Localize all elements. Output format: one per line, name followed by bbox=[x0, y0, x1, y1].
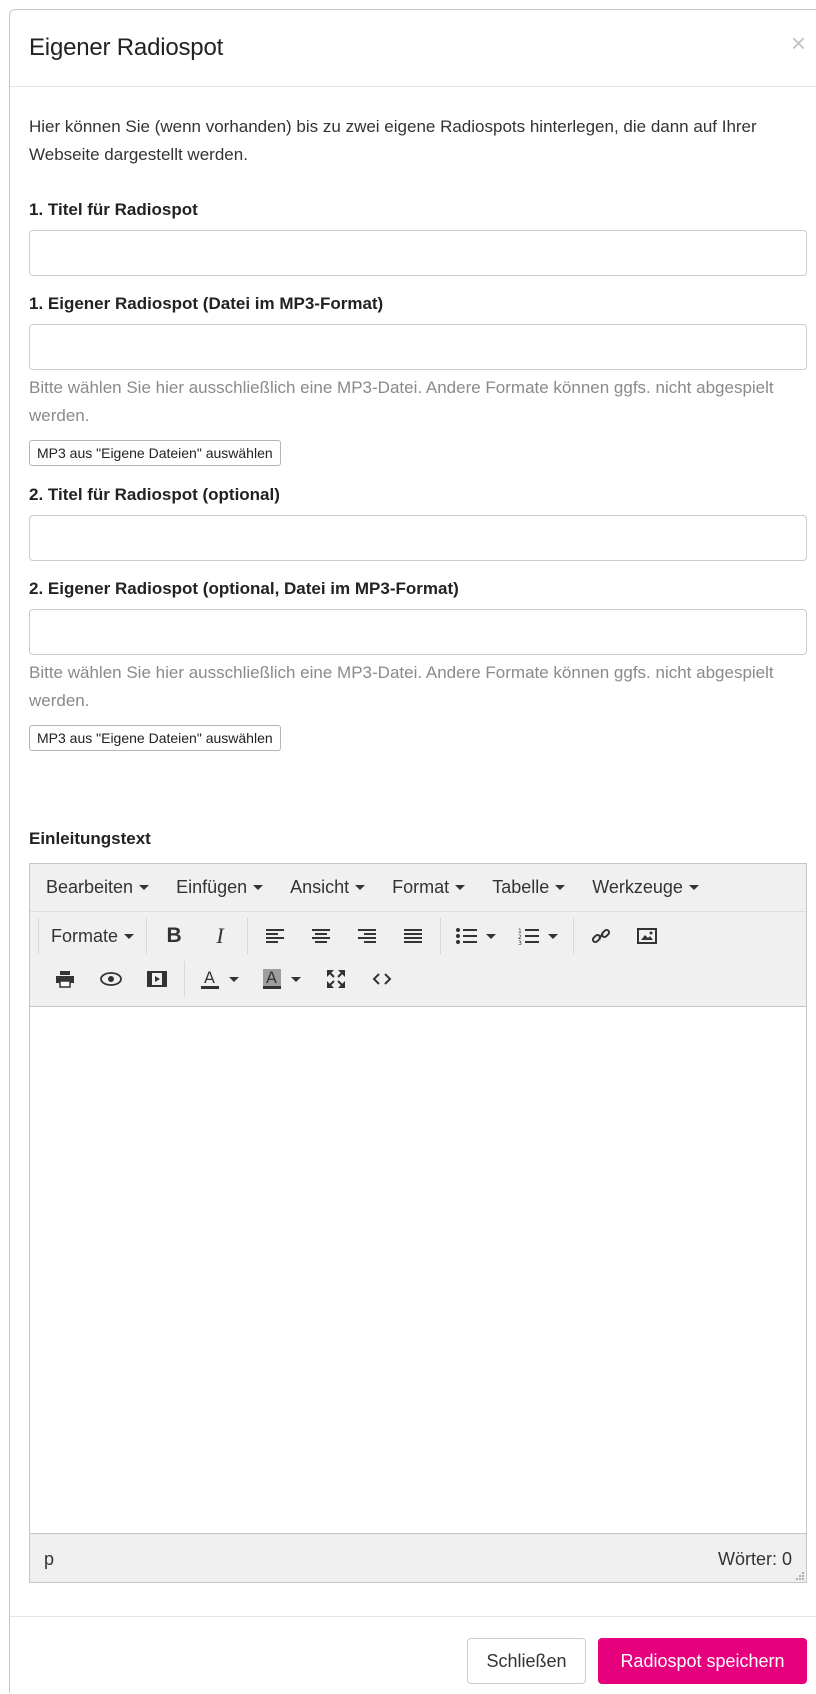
numbered-list-icon[interactable]: 123 bbox=[507, 918, 569, 954]
spot1-choose-button[interactable]: MP3 aus "Eigene Dateien" auswählen bbox=[29, 440, 281, 466]
spot1-input[interactable] bbox=[29, 324, 807, 370]
menu-werkzeuge[interactable]: Werkzeuge bbox=[582, 877, 709, 898]
intro-text-label: Einleitungstext bbox=[29, 829, 151, 848]
title2-input[interactable] bbox=[29, 515, 807, 561]
menu-ansicht[interactable]: Ansicht bbox=[280, 877, 375, 898]
media-icon[interactable] bbox=[134, 961, 180, 997]
spot2-choose-button[interactable]: MP3 aus "Eigene Dateien" auswählen bbox=[29, 725, 281, 751]
italic-icon[interactable]: I bbox=[197, 918, 243, 954]
dialog-title: Eigener Radiospot bbox=[29, 34, 224, 61]
close-icon[interactable]: × bbox=[791, 30, 806, 56]
menu-tabelle[interactable]: Tabelle bbox=[482, 877, 575, 898]
menu-bearbeiten[interactable]: Bearbeiten bbox=[36, 877, 159, 898]
rich-text-editor: Bearbeiten Einfügen Ansicht Format Tabel… bbox=[29, 863, 807, 1583]
fullscreen-icon[interactable] bbox=[313, 961, 359, 997]
caret-down-icon bbox=[139, 885, 150, 890]
menu-label: Bearbeiten bbox=[46, 877, 134, 897]
menu-format[interactable]: Format bbox=[382, 877, 475, 898]
align-justify-icon[interactable] bbox=[390, 918, 436, 954]
title2-label: 2. Titel für Radiospot (optional) bbox=[29, 485, 280, 504]
menu-label: Tabelle bbox=[492, 877, 550, 897]
image-icon[interactable] bbox=[624, 918, 670, 954]
align-left-icon[interactable] bbox=[252, 918, 298, 954]
link-icon[interactable] bbox=[578, 918, 624, 954]
formats-label: Formate bbox=[51, 925, 119, 946]
spot2-help: Bitte wählen Sie hier ausschließlich ein… bbox=[29, 663, 774, 710]
dialog-footer: Schließen Radiospot speichern bbox=[10, 1616, 816, 1694]
radiospot-dialog: Eigener Radiospot × Hier können Sie (wen… bbox=[9, 9, 816, 1693]
caret-down-icon bbox=[253, 885, 264, 890]
editor-content-area[interactable] bbox=[30, 1007, 806, 1533]
toolbar-group-colors: A A bbox=[184, 961, 409, 997]
caret-down-icon bbox=[455, 885, 466, 890]
caret-down-icon bbox=[291, 976, 301, 982]
caret-down-icon bbox=[229, 976, 239, 982]
caret-down-icon bbox=[548, 933, 559, 939]
caret-down-icon bbox=[486, 933, 497, 939]
editor-toolbar: Formate B I 123 A A bbox=[30, 912, 806, 1007]
spot2-input[interactable] bbox=[29, 609, 807, 655]
bullet-list-icon[interactable] bbox=[445, 918, 507, 954]
caret-down-icon bbox=[355, 885, 366, 890]
menu-einfuegen[interactable]: Einfügen bbox=[166, 877, 273, 898]
close-button[interactable]: Schließen bbox=[467, 1638, 586, 1684]
editor-menubar: Bearbeiten Einfügen Ansicht Format Tabel… bbox=[30, 864, 806, 912]
element-path[interactable]: p bbox=[44, 1549, 54, 1570]
menu-label: Format bbox=[392, 877, 450, 897]
toolbar-group-misc bbox=[38, 961, 184, 997]
svg-text:A: A bbox=[204, 969, 215, 987]
text-color-icon[interactable]: A bbox=[189, 961, 251, 997]
toolbar-group-align bbox=[247, 918, 440, 954]
menu-label: Ansicht bbox=[290, 877, 350, 897]
spot1-label: 1. Eigener Radiospot (Datei im MP3-Forma… bbox=[29, 294, 384, 313]
editor-statusbar: p Wörter: 0 bbox=[30, 1533, 806, 1582]
svg-text:A: A bbox=[266, 969, 277, 987]
word-count: Wörter: 0 bbox=[717, 1549, 792, 1569]
resize-handle-icon[interactable] bbox=[794, 1570, 804, 1580]
menu-label: Einfügen bbox=[176, 877, 248, 897]
align-center-icon[interactable] bbox=[298, 918, 344, 954]
toolbar-row: A A bbox=[38, 959, 409, 999]
background-color-icon[interactable]: A bbox=[251, 961, 313, 997]
caret-down-icon bbox=[688, 885, 699, 890]
toolbar-group-insert bbox=[573, 918, 674, 954]
save-button[interactable]: Radiospot speichern bbox=[598, 1638, 807, 1684]
bold-icon[interactable]: B bbox=[151, 918, 197, 954]
preview-icon[interactable] bbox=[88, 961, 134, 997]
caret-down-icon bbox=[555, 885, 566, 890]
intro-text: Hier können Sie (wenn vorhanden) bis zu … bbox=[29, 117, 757, 164]
toolbar-row: Formate B I 123 bbox=[38, 916, 674, 956]
menu-label: Werkzeuge bbox=[592, 877, 683, 897]
spot2-label: 2. Eigener Radiospot (optional, Datei im… bbox=[29, 579, 459, 598]
toolbar-group-style: B I bbox=[146, 918, 247, 954]
title1-label: 1. Titel für Radiospot bbox=[29, 200, 198, 219]
toolbar-group-lists: 123 bbox=[440, 918, 573, 954]
source-code-icon[interactable] bbox=[359, 961, 405, 997]
align-right-icon[interactable] bbox=[344, 918, 390, 954]
print-icon[interactable] bbox=[42, 961, 88, 997]
svg-text:3: 3 bbox=[518, 940, 522, 945]
caret-down-icon bbox=[124, 933, 135, 939]
spot1-help: Bitte wählen Sie hier ausschließlich ein… bbox=[29, 378, 774, 425]
formats-dropdown[interactable]: Formate bbox=[38, 918, 146, 954]
dialog-header: Eigener Radiospot × bbox=[10, 10, 816, 87]
title1-input[interactable] bbox=[29, 230, 807, 276]
